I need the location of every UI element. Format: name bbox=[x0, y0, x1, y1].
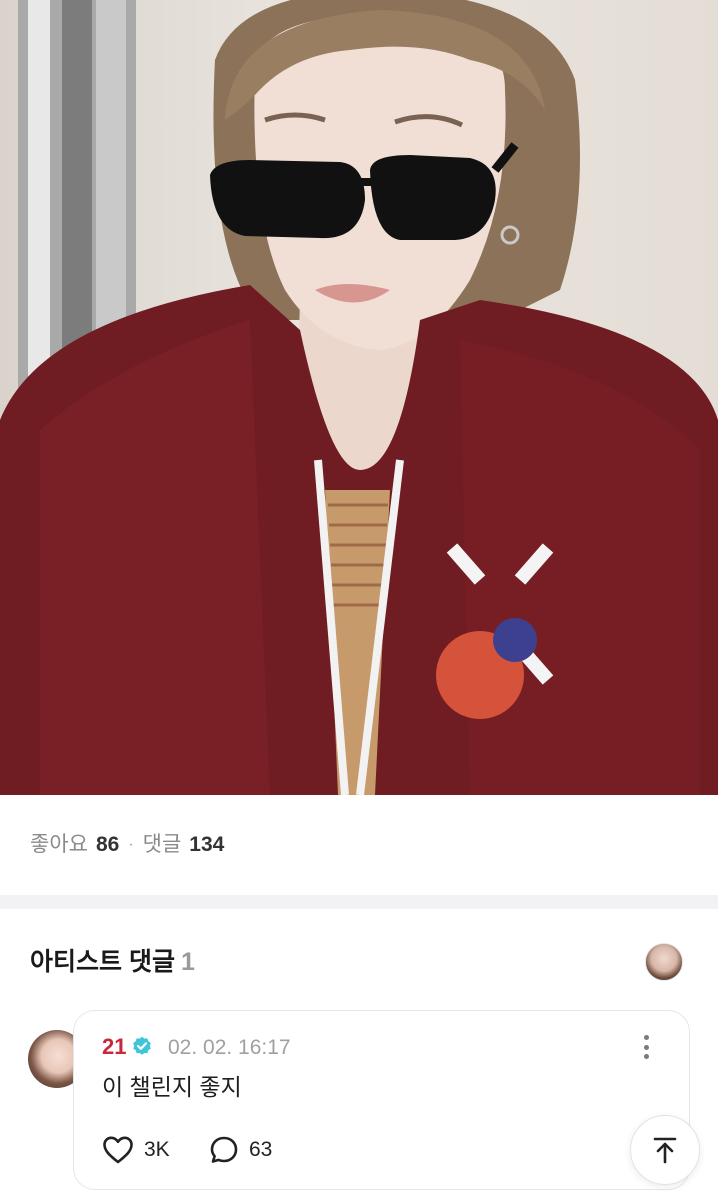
artist-comments-title: 아티스트 댓글 1 bbox=[30, 946, 195, 978]
comments-count[interactable]: 134 bbox=[189, 830, 224, 860]
comment-like-button[interactable]: 3K bbox=[102, 1135, 170, 1165]
comment-reply-count: 63 bbox=[249, 1138, 273, 1161]
arrow-up-icon bbox=[653, 1137, 677, 1164]
comment-timestamp: 02. 02. 16:17 bbox=[168, 1036, 291, 1059]
comments-label: 댓글 bbox=[142, 833, 182, 856]
more-vertical-icon[interactable] bbox=[639, 1033, 653, 1061]
likes-label: 좋아요 bbox=[30, 833, 88, 856]
artist-comments-count: 1 bbox=[180, 948, 195, 976]
artist-comments-title-text: 아티스트 댓글 bbox=[30, 948, 175, 976]
heart-icon bbox=[103, 1136, 133, 1164]
photo-illustration bbox=[0, 0, 718, 795]
section-divider bbox=[0, 895, 718, 909]
likes-count[interactable]: 86 bbox=[96, 830, 119, 860]
artist-comment-card[interactable]: 21 02. 02. 16:17 이 챌린지 좋지 3K 63 bbox=[73, 1010, 690, 1190]
comment-like-count: 3K bbox=[144, 1138, 170, 1161]
comment-author-name[interactable]: 21 bbox=[102, 1033, 126, 1061]
post-stats: 좋아요 86 · 댓글 134 bbox=[30, 830, 224, 860]
verified-badge-icon bbox=[133, 1036, 151, 1055]
comment-bubble-icon bbox=[210, 1136, 238, 1163]
comment-text: 이 챌린지 좋지 bbox=[102, 1074, 242, 1100]
post-photo[interactable] bbox=[0, 0, 718, 795]
stats-separator: · bbox=[128, 836, 134, 853]
artist-avatar-small[interactable] bbox=[645, 943, 683, 981]
scroll-to-top-button[interactable] bbox=[630, 1115, 700, 1185]
comment-reply-button[interactable]: 63 bbox=[209, 1135, 272, 1165]
